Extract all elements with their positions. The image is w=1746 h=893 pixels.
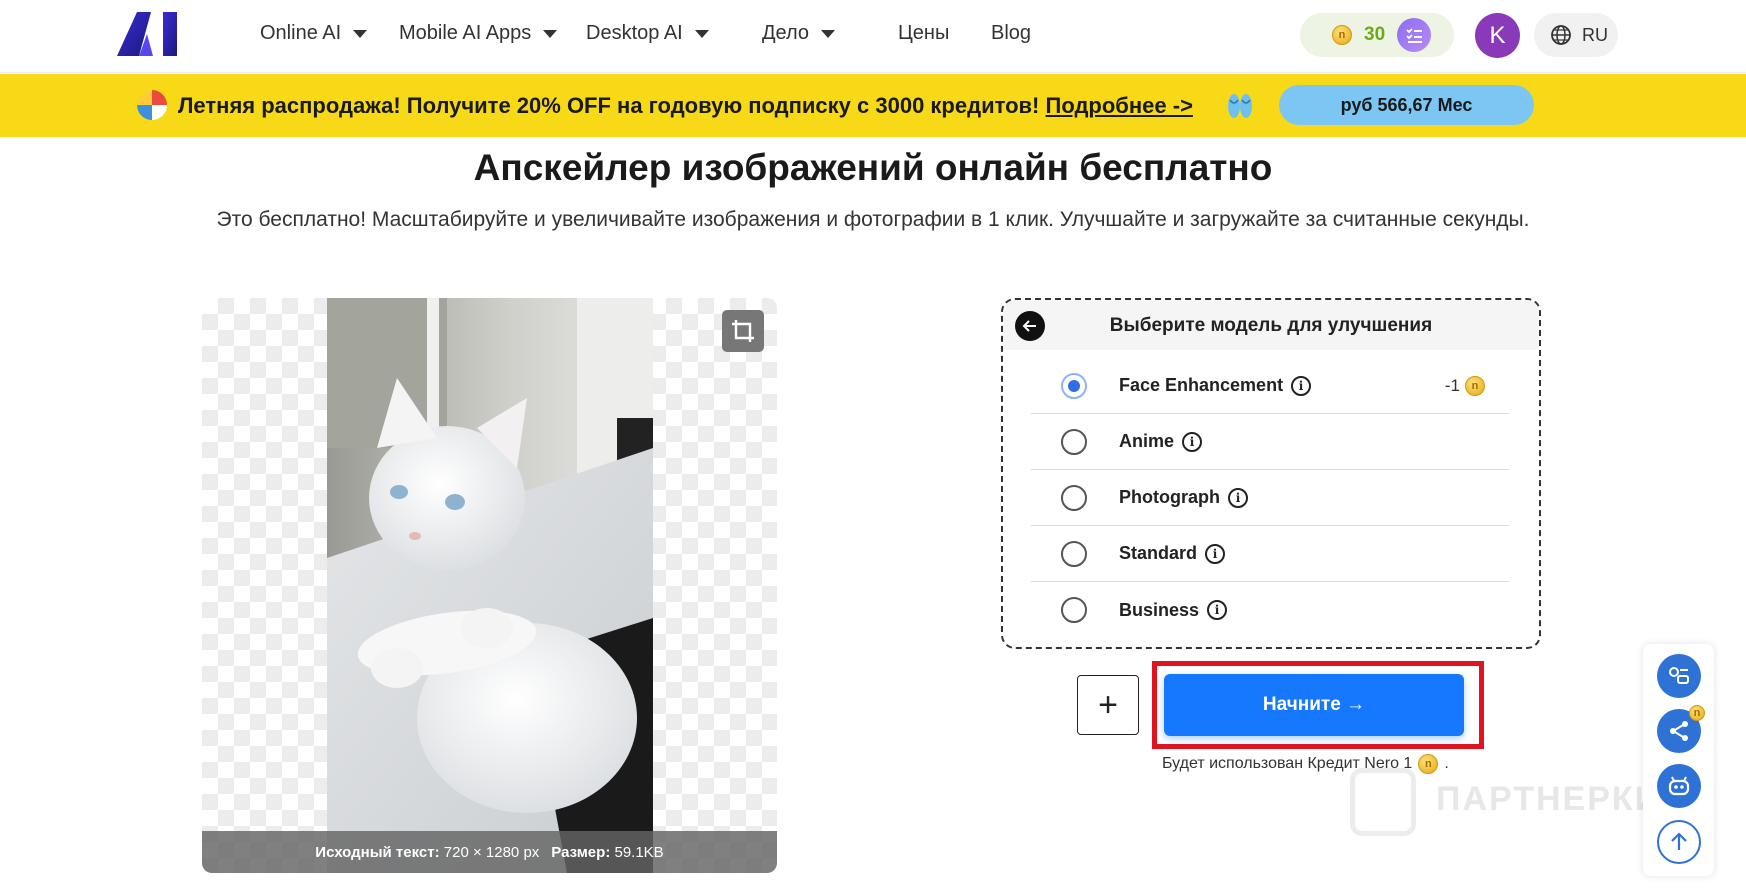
- nav-business[interactable]: Дело: [762, 22, 836, 45]
- page-title: Апскейлер изображений онлайн бесплатно: [473, 147, 1273, 188]
- scroll-top-button[interactable]: [1657, 820, 1701, 864]
- bot-button[interactable]: [1657, 764, 1701, 808]
- language-selector[interactable]: RU: [1534, 13, 1618, 57]
- beach-ball-icon: [137, 90, 167, 120]
- nav-blog[interactable]: Blog: [991, 22, 1031, 45]
- nav-label: Desktop AI: [586, 22, 683, 44]
- radio-unselected[interactable]: [1061, 597, 1087, 623]
- nav-label: Дело: [762, 22, 810, 44]
- nav-label: Цены: [898, 22, 950, 44]
- chevron-down-icon: [694, 29, 709, 38]
- nav-label: Mobile AI Apps: [399, 22, 532, 44]
- panel-header: Выберите модель для улучшения: [1003, 300, 1539, 350]
- globe-icon: [1551, 25, 1571, 45]
- watermark-logo: [1350, 768, 1416, 836]
- top-header: Online AI Mobile AI Apps Desktop AI Дело…: [0, 0, 1746, 73]
- chat-icon: [1669, 667, 1689, 684]
- add-image-button[interactable]: +: [1077, 675, 1139, 735]
- nav-online-ai[interactable]: Online AI: [260, 22, 368, 45]
- task-list-icon[interactable]: [1397, 18, 1432, 52]
- nav-mobile-ai-apps[interactable]: Mobile AI Apps: [399, 22, 558, 45]
- credit-note-suffix: .: [1444, 755, 1449, 772]
- info-icon[interactable]: i: [1207, 600, 1228, 620]
- info-icon[interactable]: i: [1291, 375, 1312, 396]
- chevron-down-icon: [821, 29, 836, 38]
- nav-pricing[interactable]: Цены: [898, 22, 949, 45]
- share-button[interactable]: n: [1657, 705, 1705, 753]
- model-option-business[interactable]: Business i: [1031, 582, 1509, 638]
- info-icon[interactable]: i: [1228, 487, 1248, 508]
- avatar[interactable]: K: [1475, 13, 1520, 58]
- panel-title: Выберите модель для улучшения: [1109, 315, 1433, 336]
- coin-icon: n: [1418, 754, 1439, 774]
- size-info: Размер: 59.1KB: [551, 843, 664, 861]
- model-option-face-enhancement[interactable]: Face Enhancement i -1 n: [1031, 358, 1509, 414]
- model-option-standard[interactable]: Standard i: [1031, 526, 1509, 582]
- page-subtitle: Это бесплатно! Масштабируйте и увеличива…: [216, 208, 1530, 231]
- radio-unselected[interactable]: [1061, 428, 1087, 455]
- floating-toolbar: n: [1643, 644, 1714, 876]
- model-selection-panel: Выберите модель для улучшения Face Enhan…: [1001, 298, 1541, 649]
- nav-label: Blog: [991, 22, 1032, 44]
- credits-count: 30: [1364, 24, 1386, 45]
- chat-button[interactable]: [1657, 654, 1701, 698]
- option-label: Business: [1119, 599, 1200, 620]
- source-info: Исходный текст: 720 × 1280 px: [315, 843, 540, 861]
- nav-label: Online AI: [260, 22, 342, 44]
- credits-pill[interactable]: n 30: [1300, 13, 1454, 57]
- image-preview: Исходный текст: 720 × 1280 px Размер: 59…: [202, 298, 777, 873]
- model-option-photograph[interactable]: Photograph i: [1031, 470, 1509, 526]
- option-label: Photograph: [1119, 487, 1220, 507]
- uploaded-photo: [327, 298, 653, 873]
- coin-icon: n: [1689, 705, 1705, 721]
- promo-text: Летняя распродажа! Получите 20% OFF на г…: [178, 93, 1193, 119]
- model-option-anime[interactable]: Anime i: [1031, 414, 1509, 470]
- crop-icon: [732, 320, 754, 342]
- bot-icon: [1668, 776, 1690, 796]
- logo[interactable]: [117, 12, 183, 56]
- option-label: Standard: [1119, 543, 1198, 563]
- radio-selected[interactable]: [1061, 372, 1087, 399]
- promo-banner: Летняя распродажа! Получите 20% OFF на г…: [0, 74, 1746, 137]
- share-icon: [1670, 721, 1688, 741]
- info-icon[interactable]: i: [1182, 431, 1203, 452]
- language-code: RU: [1582, 24, 1608, 45]
- promo-message: Летняя распродажа! Получите 20% OFF на г…: [178, 93, 1040, 118]
- option-label: Face Enhancement: [1119, 375, 1284, 395]
- radio-unselected[interactable]: [1061, 484, 1087, 511]
- coin-icon: n: [1465, 375, 1485, 396]
- chevron-down-icon: [543, 29, 558, 38]
- coin-icon: n: [1332, 25, 1352, 45]
- info-icon[interactable]: i: [1205, 543, 1226, 564]
- arrow-up-icon: [1671, 832, 1687, 850]
- radio-unselected[interactable]: [1061, 540, 1087, 567]
- flip-flops-icon: [1228, 94, 1252, 118]
- chevron-down-icon: [353, 29, 368, 38]
- crop-button[interactable]: [722, 310, 764, 352]
- start-button[interactable]: Начните →: [1164, 674, 1464, 736]
- nav-desktop-ai[interactable]: Desktop AI: [586, 22, 709, 45]
- option-label: Anime: [1119, 431, 1175, 451]
- image-info-bar: Исходный текст: 720 × 1280 px Размер: 59…: [202, 831, 777, 873]
- credit-cost: -1 n: [1445, 375, 1485, 396]
- promo-more-link[interactable]: Подробнее ->: [1046, 93, 1193, 118]
- promo-price-button[interactable]: руб 566,67 Мес: [1279, 85, 1534, 125]
